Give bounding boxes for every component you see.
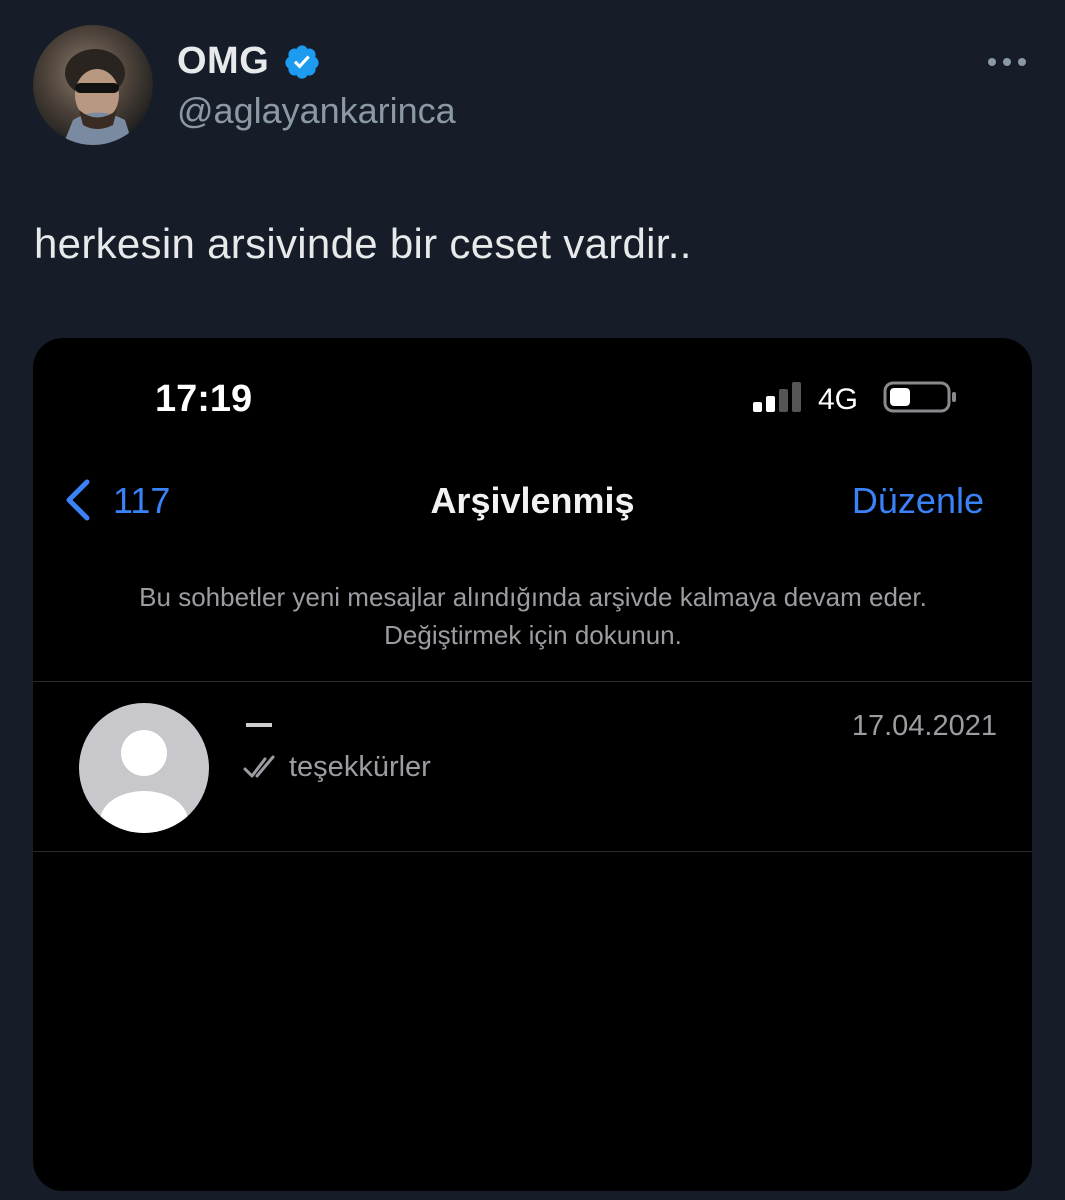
contact-name-redacted: [246, 723, 272, 727]
author-name[interactable]: OMG: [177, 40, 269, 83]
network-label: 4G: [818, 383, 859, 416]
signal-icon: [753, 382, 801, 412]
tweet-media-screenshot[interactable]: 17:19 4G 117 Arşivlenmiş Düzenle Bu sohb…: [33, 338, 1032, 1191]
tweet-text: herkesin arsivinde bir ceset vardir..: [34, 220, 692, 267]
divider: [33, 681, 1032, 682]
double-check-icon: [243, 755, 275, 778]
archive-note[interactable]: Bu sohbetler yeni mesajlar alındığında a…: [103, 578, 963, 654]
chat-date: 17.04.2021: [851, 710, 997, 742]
chat-preview: teşekkürler: [289, 751, 431, 783]
author-avatar[interactable]: [33, 25, 153, 145]
edit-button[interactable]: Düzenle: [852, 480, 984, 522]
chat-list-item[interactable]: teşekkürler 17.04.2021: [33, 683, 1032, 851]
divider: [33, 851, 1032, 852]
tweet-card: OMG @aglayankarinca herkesin arsivinde b…: [0, 0, 1065, 1200]
status-time: 17:19: [155, 378, 253, 420]
default-avatar-icon: [79, 703, 209, 833]
battery-icon: [883, 381, 956, 413]
more-options-icon[interactable]: [986, 55, 1028, 69]
verified-badge-icon: [285, 45, 319, 79]
author-handle[interactable]: @aglayankarinca: [177, 90, 456, 132]
